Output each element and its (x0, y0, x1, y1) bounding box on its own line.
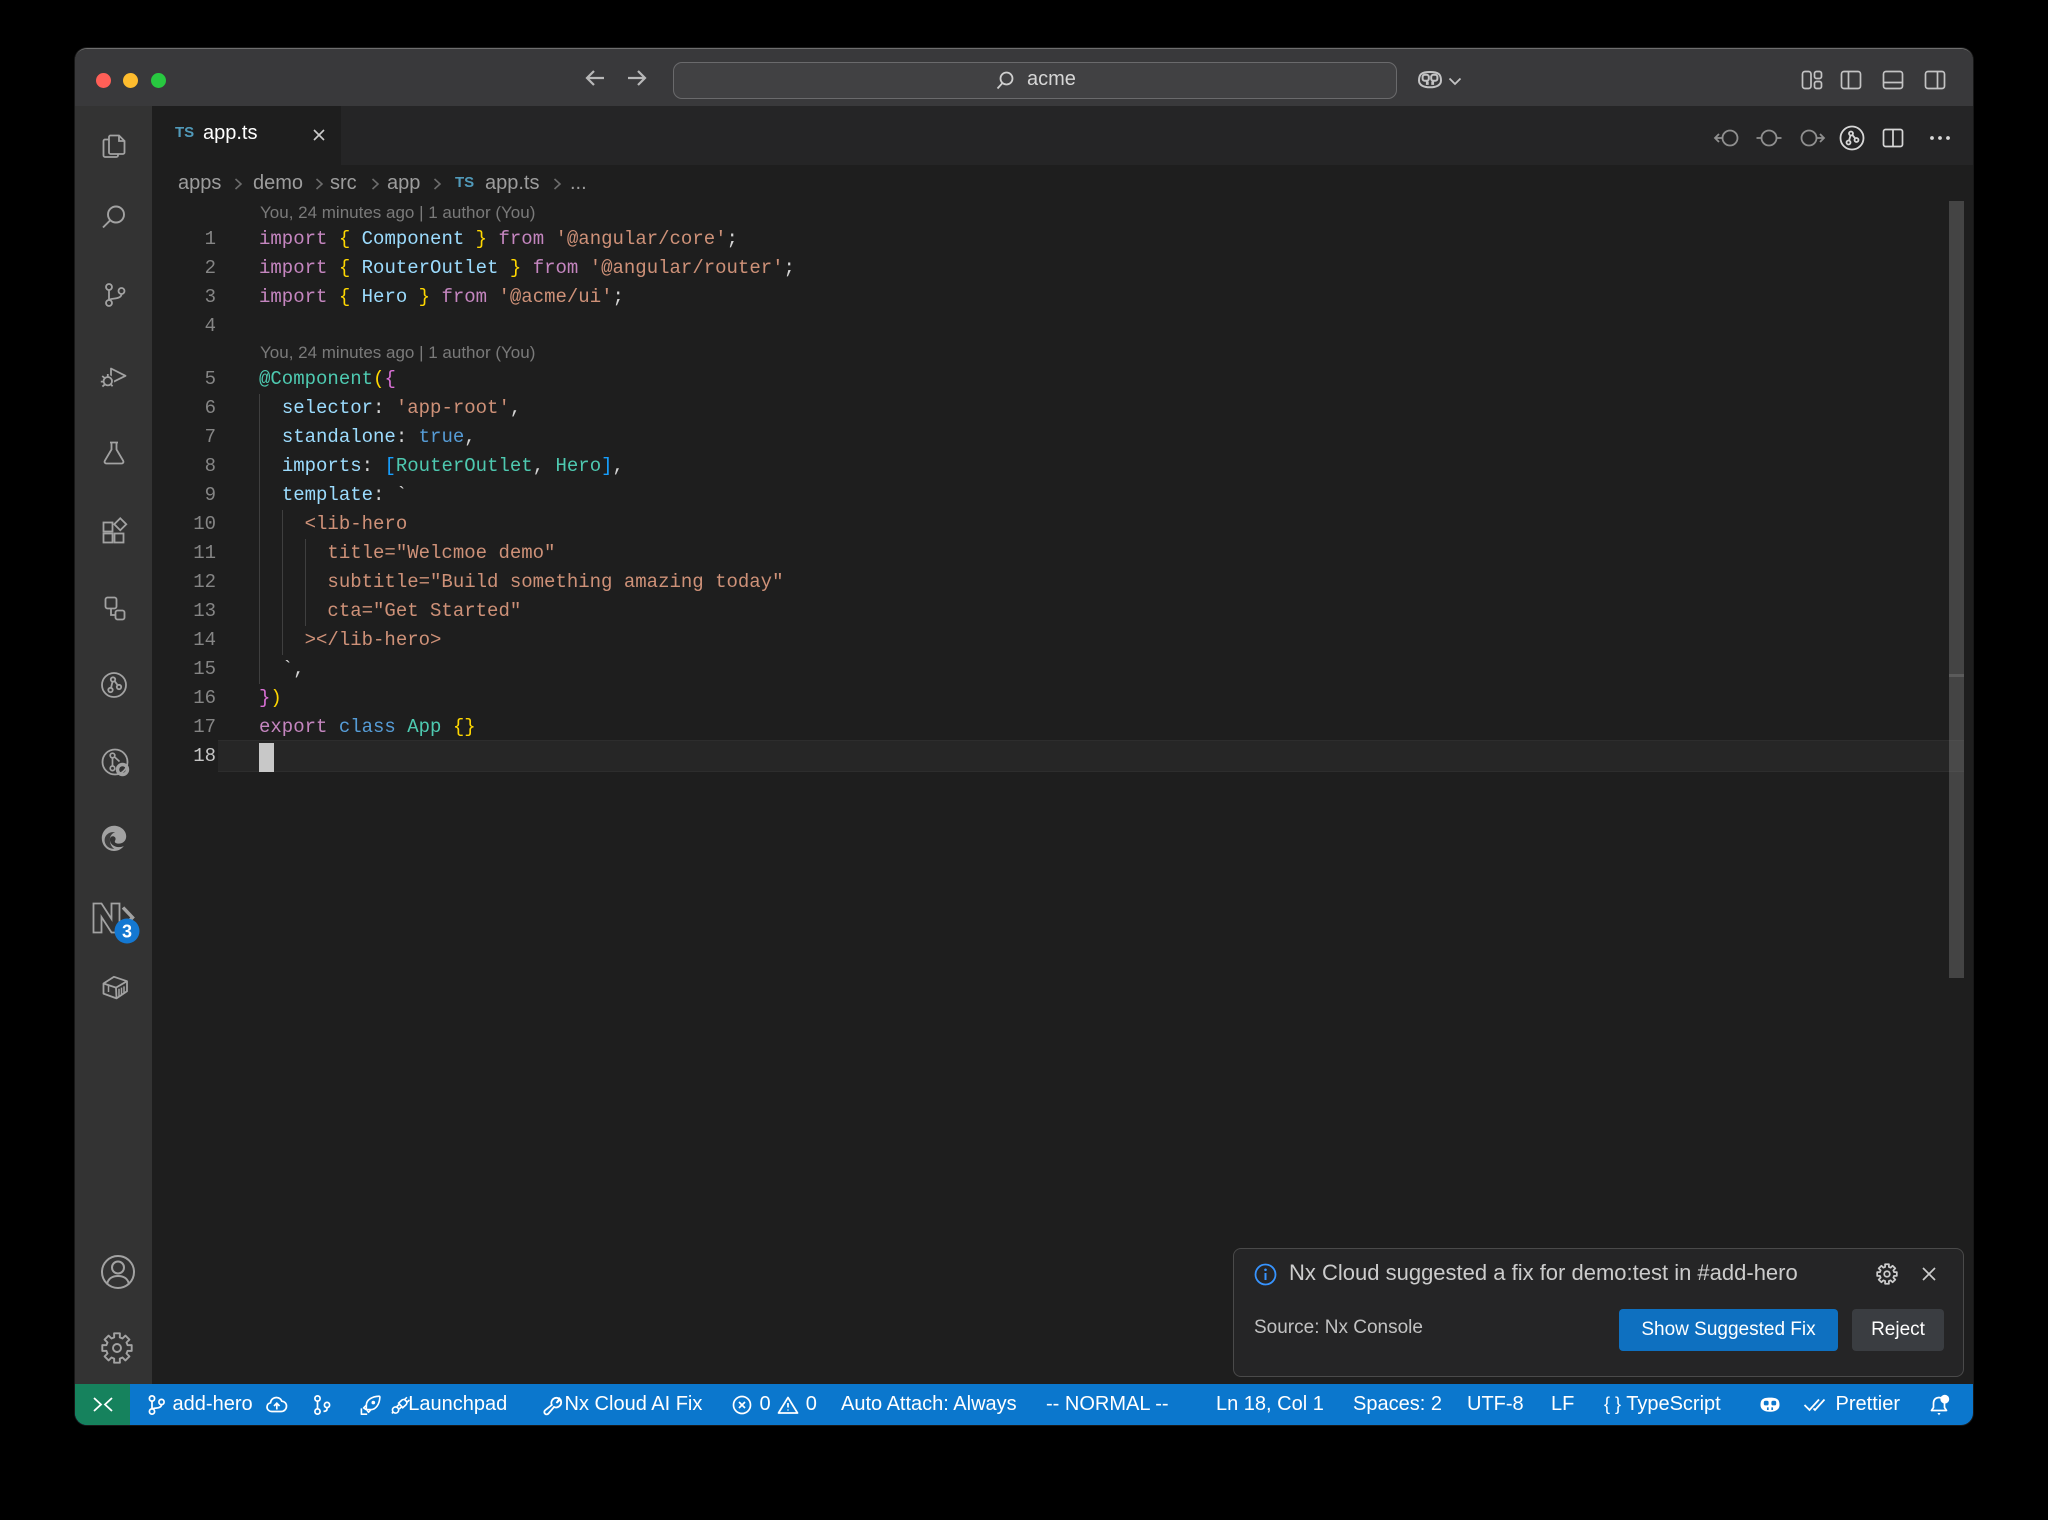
svg-text:3: 3 (122, 922, 132, 942)
